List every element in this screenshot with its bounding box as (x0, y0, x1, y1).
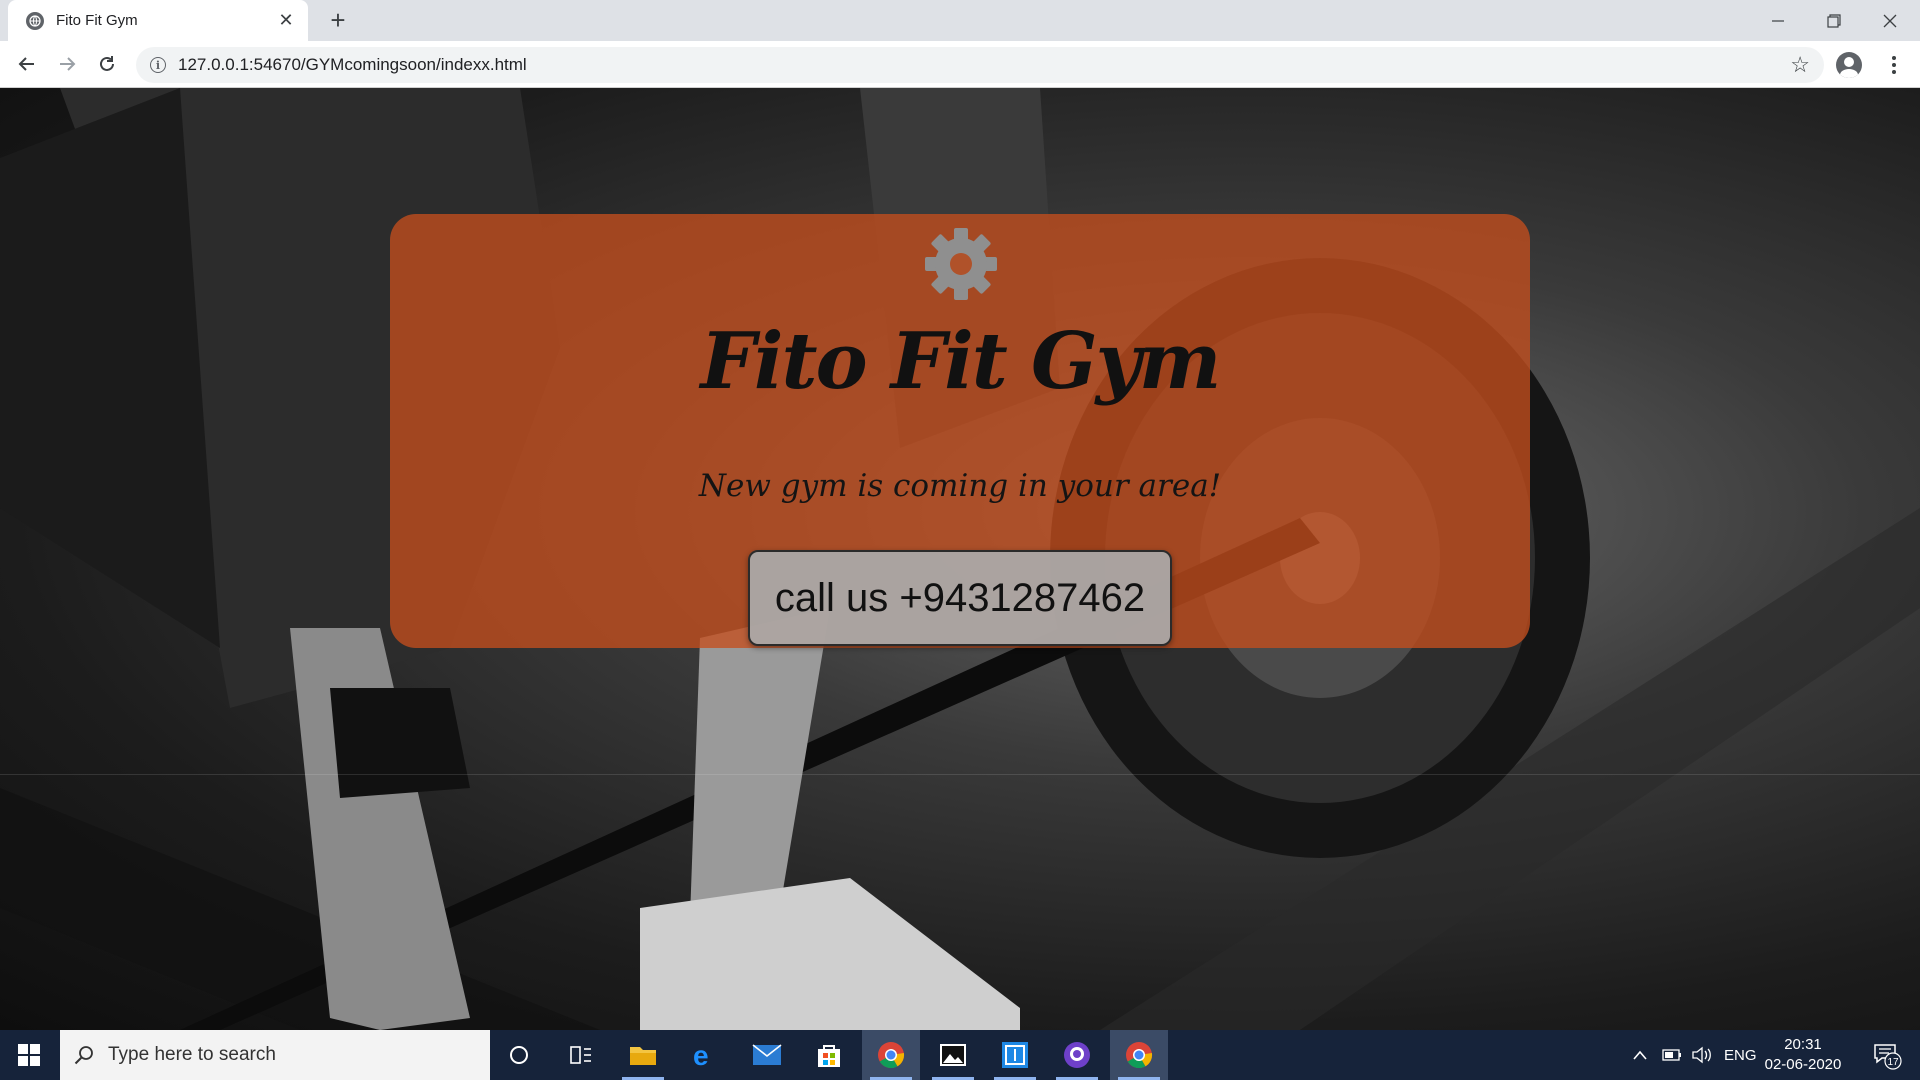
minimize-button[interactable] (1750, 0, 1806, 41)
dot (1892, 56, 1896, 60)
file-explorer-button[interactable] (614, 1030, 672, 1080)
battery-icon[interactable] (1662, 1049, 1682, 1061)
system-tray: ENG (1632, 1030, 1757, 1080)
mail-icon (752, 1044, 782, 1065)
restore-icon (1827, 13, 1841, 28)
action-center-button[interactable]: 17 (1862, 1030, 1912, 1080)
chevron-up-icon[interactable] (1632, 1049, 1648, 1061)
taskbar-search-box[interactable]: Type here to search (60, 1030, 490, 1080)
folder-icon (630, 1047, 656, 1065)
windows-taskbar: Type here to search e ENG 20:31 02-06-20… (0, 1030, 1920, 1080)
github-icon (1064, 1042, 1090, 1068)
browser-menu-button[interactable] (1884, 51, 1904, 79)
bookmark-star-icon[interactable]: ☆ (1790, 52, 1810, 78)
search-placeholder: Type here to search (108, 1044, 276, 1065)
tab-title: Fito Fit Gym (56, 12, 138, 29)
arrow-left-icon (18, 57, 34, 71)
chrome-icon (1126, 1042, 1153, 1069)
address-bar[interactable]: i 127.0.0.1:54670/GYMcomingsoon/indexx.h… (136, 47, 1824, 83)
chrome-button[interactable] (862, 1030, 920, 1080)
clock-date: 02-06-2020 (1764, 1056, 1842, 1073)
tab-close-button[interactable]: ✕ (274, 10, 298, 31)
app-button[interactable] (986, 1030, 1044, 1080)
edge-icon: e (693, 1041, 709, 1069)
call-us-button[interactable]: call us +9431287462 (748, 550, 1172, 646)
profile-avatar[interactable] (1836, 52, 1862, 78)
divider-line (0, 774, 1920, 775)
close-window-button[interactable] (1862, 0, 1918, 41)
photos-button[interactable] (924, 1030, 982, 1080)
person-icon (1840, 57, 1858, 78)
tagline: New gym is coming in your area! (698, 468, 1222, 504)
close-icon (1883, 14, 1897, 27)
search-icon (74, 1046, 93, 1065)
browser-title-bar: Fito Fit Gym ✕ + (0, 0, 1920, 41)
reload-button[interactable] (90, 47, 124, 81)
language-indicator[interactable]: ENG (1724, 1047, 1757, 1064)
svg-text:e: e (693, 1041, 709, 1069)
back-button[interactable] (10, 47, 44, 81)
forward-button[interactable] (50, 47, 84, 81)
url-text[interactable]: 127.0.0.1:54670/GYMcomingsoon/indexx.htm… (178, 55, 1790, 75)
start-button[interactable] (0, 1030, 58, 1080)
notification-icon: 17 (1874, 1044, 1902, 1070)
edge-button[interactable]: e (676, 1030, 734, 1080)
chrome-button[interactable] (1110, 1030, 1168, 1080)
notification-count: 17 (1887, 1057, 1899, 1068)
cortana-button[interactable] (490, 1030, 548, 1080)
github-desktop-button[interactable] (1048, 1030, 1106, 1080)
store-icon (818, 1045, 840, 1067)
cortana-icon (510, 1046, 528, 1064)
mail-button[interactable] (738, 1030, 796, 1080)
gear-icon (925, 228, 997, 300)
task-view-icon (570, 1046, 591, 1064)
clock[interactable]: 20:31 02-06-2020 (1760, 1035, 1846, 1075)
browser-tab[interactable]: Fito Fit Gym ✕ (8, 0, 308, 41)
store-button[interactable] (800, 1030, 858, 1080)
browser-toolbar: i 127.0.0.1:54670/GYMcomingsoon/indexx.h… (0, 41, 1920, 88)
photos-icon (940, 1044, 966, 1066)
page-viewport: Fito Fit Gym New gym is coming in your a… (0, 88, 1920, 1030)
dot (1892, 70, 1896, 74)
globe-icon (26, 11, 44, 30)
brand-title: Fito Fit Gym (700, 316, 1222, 407)
arrow-right-icon (60, 57, 76, 71)
new-tab-button[interactable]: + (324, 6, 352, 34)
restore-button[interactable] (1806, 0, 1862, 41)
reload-icon (100, 56, 114, 71)
chrome-icon (878, 1042, 905, 1069)
task-view-button[interactable] (552, 1030, 610, 1080)
volume-icon[interactable] (1692, 1046, 1712, 1064)
minimize-icon (1772, 19, 1784, 22)
site-info-icon[interactable]: i (150, 57, 166, 73)
app-icon (1002, 1042, 1028, 1068)
clock-time: 20:31 (1784, 1036, 1822, 1053)
dot (1892, 63, 1896, 67)
windows-logo-icon (18, 1044, 40, 1066)
